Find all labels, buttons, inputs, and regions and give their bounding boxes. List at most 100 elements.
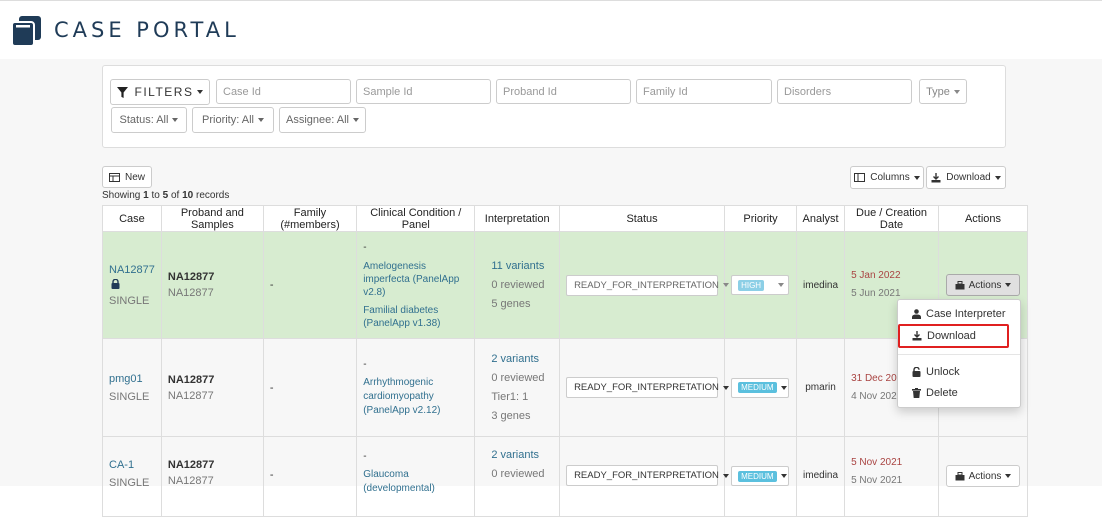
condition-link[interactable]: Glaucoma (developmental) [363, 468, 468, 496]
variants-link[interactable]: 2 variants [491, 446, 553, 465]
priority-badge: HIGH [738, 279, 765, 291]
new-case-button[interactable]: New [102, 166, 152, 188]
filter-icon [116, 86, 128, 98]
variants-link[interactable]: 2 variants [491, 350, 553, 369]
proband-id[interactable]: NA12877 [168, 269, 257, 285]
column-header-clinical-condition[interactable]: Clinical Condition / Panel [356, 205, 476, 232]
chevron-down-icon [722, 283, 729, 287]
priority-badge: MEDIUM [738, 470, 777, 482]
proband-id[interactable]: NA12877 [168, 457, 257, 473]
column-header-proband[interactable]: Proband and Samples [160, 205, 264, 232]
app-title: CASE PORTAL [54, 18, 240, 42]
chevron-down-icon [722, 473, 729, 478]
status-value: READY_FOR_INTERPRETATION [574, 382, 719, 393]
lock-icon [111, 278, 120, 289]
condition-link[interactable]: Amelogenesis imperfecta (PanelApp v2.8) [363, 260, 468, 299]
sample-id-input[interactable] [356, 79, 491, 104]
status-select[interactable]: READY_FOR_INTERPRETATION [566, 465, 729, 486]
reviewed-count: 0 reviewed [491, 468, 545, 480]
type-dropdown[interactable]: Type [919, 79, 967, 104]
case-id-input[interactable] [216, 79, 351, 104]
tier-count: Tier1: 1 [491, 390, 529, 403]
unlock-icon [912, 367, 921, 377]
table-row[interactable]: NA12877 SINGLE NA12877 NA12877 - - Amelo… [102, 231, 1029, 339]
records-to-word: to [151, 190, 160, 201]
case-type: SINGLE [109, 294, 150, 307]
column-header-case[interactable]: Case [102, 205, 162, 232]
proband-cell: NA12877 NA12877 [160, 436, 264, 517]
columns-button-label: Columns [870, 172, 910, 183]
new-case-button-label: New [124, 171, 145, 183]
column-header-actions[interactable]: Actions [937, 205, 1029, 232]
chevron-down-icon [1005, 283, 1012, 287]
priority-select[interactable]: MEDIUM [731, 466, 790, 486]
column-header-analyst[interactable]: Analyst [796, 205, 846, 232]
case-cell: NA12877 SINGLE [102, 231, 162, 339]
family-id-input[interactable] [636, 79, 772, 104]
trash-icon [912, 388, 921, 398]
actions-dropdown-button[interactable]: Actions [945, 274, 1021, 296]
priority-filter-dropdown[interactable]: Priority: All [192, 107, 274, 133]
case-id-link[interactable]: pmg01 [109, 371, 155, 387]
case-id-link[interactable]: CA-1 [109, 457, 155, 473]
status-value: READY_FOR_INTERPRETATION [574, 470, 719, 481]
status-select[interactable]: READY_FOR_INTERPRETATION [566, 377, 729, 398]
actions-button-label: Actions [968, 279, 1002, 291]
priority-select[interactable]: MEDIUM [731, 377, 790, 398]
variants-link[interactable]: 11 variants [491, 257, 553, 276]
condition-link[interactable]: Familial diabetes (PanelApp v1.38) [363, 304, 468, 330]
column-header-status[interactable]: Status [559, 205, 726, 232]
analyst-cell: imedina [796, 436, 846, 517]
panel-dash: - [363, 451, 367, 462]
status-filter-dropdown[interactable]: Status: All [111, 107, 187, 133]
chevron-down-icon [913, 175, 920, 180]
status-select[interactable]: READY_FOR_INTERPRETATION [566, 274, 729, 296]
toolbox-icon [955, 280, 965, 289]
top-navbar: CASE PORTAL [0, 0, 1102, 59]
reviewed-count: 0 reviewed [491, 371, 545, 384]
delete-menu-item[interactable]: Delete [912, 387, 958, 399]
records-suffix: records [195, 190, 230, 201]
actions-button-label: Actions [968, 470, 1002, 482]
case-interpreter-menu-item[interactable]: Case Interpreter [912, 308, 1005, 320]
unlock-label: Unlock [926, 366, 960, 378]
chevron-down-icon [172, 118, 179, 122]
case-cell: CA-1 SINGLE [102, 436, 162, 517]
priority-cell: MEDIUM [724, 338, 798, 437]
status-value: READY_FOR_INTERPRETATION [574, 279, 719, 291]
filters-button[interactable]: FILTERS [110, 79, 210, 105]
due-date: 5 Jan 2022 [851, 270, 901, 281]
genes-count: 5 genes [491, 297, 531, 310]
proband-id-input[interactable] [496, 79, 631, 104]
proband-id[interactable]: NA12877 [168, 372, 257, 388]
condition-link[interactable]: Arrhythmogenic cardiomyopathy (PanelApp … [363, 376, 468, 418]
table-row[interactable]: pmg01 SINGLE NA12877 NA12877 - - Arrhyth… [102, 338, 1029, 437]
column-header-interpretation[interactable]: Interpretation [474, 205, 561, 232]
chevron-down-icon [994, 175, 1001, 180]
case-interpreter-label: Case Interpreter [926, 308, 1006, 320]
clinical-condition-cell: - Arrhythmogenic cardiomyopathy (PanelAp… [356, 338, 476, 437]
priority-cell: HIGH [724, 231, 798, 339]
download-icon [931, 172, 941, 182]
status-cell: READY_FOR_INTERPRETATION [559, 338, 729, 437]
columns-button[interactable]: Columns [850, 166, 924, 189]
column-header-priority[interactable]: Priority [724, 205, 798, 232]
chevron-down-icon [722, 385, 729, 390]
chevron-down-icon [780, 385, 787, 390]
actions-dropdown-button[interactable]: Actions [945, 465, 1021, 487]
disorders-input[interactable] [777, 79, 912, 104]
column-header-family[interactable]: Family (#members) [262, 205, 358, 232]
records-of-word: of [170, 190, 180, 201]
download-table-button[interactable]: Download [926, 166, 1006, 189]
assignee-filter-dropdown[interactable]: Assignee: All [279, 107, 366, 133]
unlock-menu-item[interactable]: Unlock [912, 366, 960, 378]
records-from: 1 [143, 190, 149, 201]
column-header-due-date[interactable]: Due / Creation Date [844, 205, 939, 232]
priority-select[interactable]: HIGH [731, 275, 790, 295]
case-id-link[interactable]: NA12877 [109, 262, 155, 278]
table-row[interactable]: CA-1 SINGLE NA12877 NA12877 - - Glaucoma… [102, 436, 1029, 517]
analyst-cell: imedina [796, 231, 846, 339]
type-dropdown-label: Type [926, 85, 950, 98]
interpretation-cell: 2 variants 0 reviewed [474, 436, 561, 517]
proband-cell: NA12877 NA12877 [160, 231, 264, 339]
